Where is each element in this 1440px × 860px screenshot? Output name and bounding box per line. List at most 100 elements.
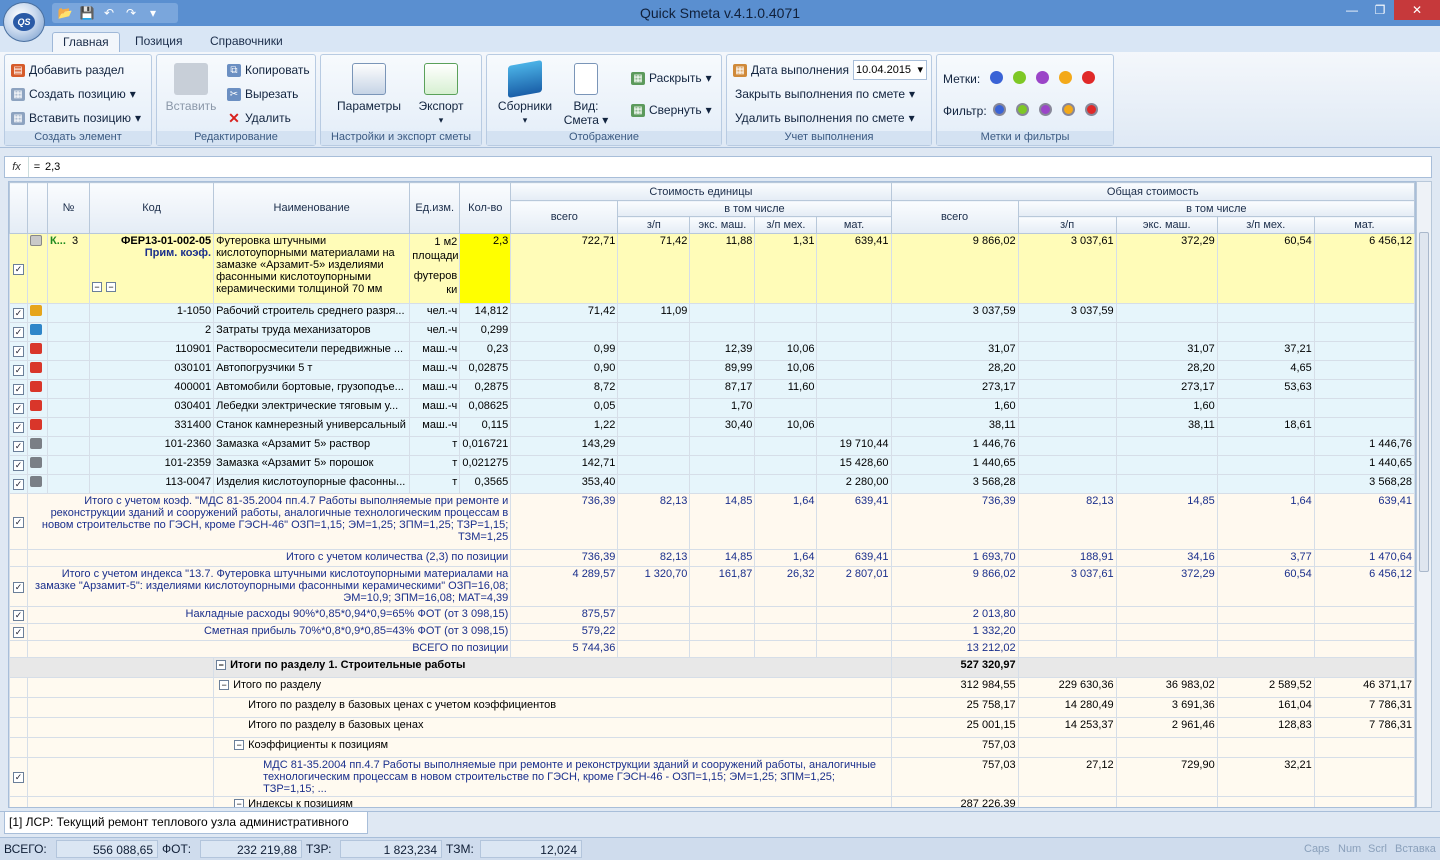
row-checkbox[interactable]: ✓ [9, 341, 28, 361]
total-row[interactable]: ✓ Итого с учетом коэф. "МДС 81-35.2004 пп… [9, 493, 1415, 550]
minimize-icon[interactable]: — [1338, 0, 1366, 20]
tab-position[interactable]: Позиция [125, 32, 192, 52]
resource-row[interactable]: ✓ 2 Затраты труда механизаторов чел.-ч 0,299 [9, 322, 1415, 342]
tab-main[interactable]: Главная [52, 32, 120, 52]
row-checkbox[interactable] [9, 737, 28, 758]
cut-button[interactable]: ✂ Вырезать [227, 87, 298, 101]
collapse-toggle-icon[interactable]: − [234, 799, 245, 807]
checkbox-icon[interactable]: ✓ [13, 581, 24, 593]
view-button[interactable]: Вид: Смета ▾ [563, 63, 609, 127]
total-row[interactable]: Итого с учетом количества (2,3) по позиц… [9, 549, 1415, 567]
total-row[interactable]: ✓ Итого с учетом индекса "13.7. Футеровка… [9, 566, 1415, 607]
resource-row[interactable]: ✓ 101-2359 Замазка «Арзамит 5» порошок т 0,0… [9, 455, 1415, 475]
collections-button[interactable]: Сборники ▾ [493, 60, 557, 127]
unit-zp-header[interactable]: з/п [617, 216, 691, 234]
filter-green-icon[interactable] [1015, 103, 1029, 116]
row-checkbox[interactable]: ✓ [9, 379, 28, 399]
checkbox-icon[interactable]: ✓ [13, 610, 24, 621]
row-checkbox[interactable]: ✓ [9, 493, 28, 550]
summary-row[interactable]: − Индексы к позициям 287 226,39 [9, 796, 1415, 807]
row-checkbox[interactable]: ✓ [9, 417, 28, 437]
filter-purple-icon[interactable] [1038, 103, 1052, 116]
qty-cell[interactable]: 2,3 [459, 233, 512, 304]
total-zp-header[interactable]: з/п [1017, 216, 1117, 234]
name-column-header[interactable]: Наименование [213, 182, 411, 234]
summary-row[interactable]: Итого по разделу в базовых ценах 25 001,1… [9, 717, 1415, 738]
checkbox-icon[interactable]: ✓ [13, 346, 24, 357]
restore-icon[interactable]: ❐ [1366, 0, 1394, 20]
checkbox-icon[interactable]: ✓ [13, 327, 24, 338]
mark-orange-icon[interactable] [1059, 71, 1073, 84]
row-checkbox[interactable] [9, 697, 28, 718]
unit-total-header[interactable]: всего [510, 200, 619, 234]
clear-execution-button[interactable]: Закрыть выполнения по смете ▾ [735, 87, 915, 101]
vertical-scrollbar[interactable] [1416, 181, 1432, 808]
resource-row[interactable]: ✓ 113-0047 Изделия кислотоупорные фасонны.… [9, 474, 1415, 494]
checkbox-icon[interactable]: ✓ [13, 308, 24, 319]
row-checkbox[interactable] [9, 677, 28, 698]
row-checkbox[interactable] [9, 717, 28, 738]
resource-row[interactable]: ✓ 110901 Растворосмесители передвижные ...… [9, 341, 1415, 361]
export-button[interactable]: Экспорт ▾ [411, 63, 471, 127]
row-checkbox[interactable]: ✓ [9, 436, 28, 456]
summary-row[interactable]: ✓ МДС 81-35.2004 пп.4.7 Работы выполняемы… [9, 757, 1415, 797]
unit-zpm-header[interactable]: з/п мех. [754, 216, 818, 234]
resource-row[interactable]: ✓ 1-1050 Рабочий строитель среднего разря.… [9, 303, 1415, 323]
collapse-toggle-icon[interactable]: − [106, 282, 117, 292]
total-row[interactable]: ВСЕГО по позиции 5 744,36 13 212,02 [9, 640, 1415, 658]
checkbox-icon[interactable]: ✓ [13, 365, 24, 376]
icon-column-header[interactable] [27, 182, 48, 234]
summary-row[interactable]: − Итого по разделу 312 984,55 229 630,36 36 … [9, 677, 1415, 698]
row-checkbox[interactable]: ✓ [9, 623, 28, 641]
row-checkbox[interactable]: ✓ [9, 303, 28, 323]
checkbox-icon[interactable]: ✓ [13, 772, 24, 783]
scrollbar-thumb[interactable] [1419, 232, 1429, 572]
row-checkbox[interactable]: ✓ [9, 474, 28, 494]
code-column-header[interactable]: Код [89, 182, 215, 234]
filter-blue-icon[interactable] [992, 103, 1006, 116]
total-total-header[interactable]: всего [890, 200, 1019, 234]
delete-execution-button[interactable]: Удалить выполнения по смете ▾ [735, 111, 915, 125]
total-row[interactable]: ✓ Сметная прибыль 70%*0,8*0,9*0,85=43% ФО… [9, 623, 1415, 641]
checkbox-icon[interactable]: ✓ [13, 422, 24, 433]
date-input[interactable]: 10.04.2015 ▾ [853, 60, 927, 80]
row-checkbox[interactable]: ✓ [9, 757, 28, 797]
unit-column-header[interactable]: Ед.изм. [409, 182, 461, 234]
total-em-header[interactable]: экс. маш. [1115, 216, 1218, 234]
row-checkbox[interactable]: ✓ [9, 398, 28, 418]
num-column-header[interactable]: № [46, 182, 91, 234]
checkbox-icon[interactable]: ✓ [13, 516, 24, 528]
app-menu-button[interactable]: QS [3, 2, 45, 42]
mark-green-icon[interactable] [1013, 71, 1027, 84]
copy-button[interactable]: ⧉ Копировать [227, 63, 310, 77]
resource-row[interactable]: ✓ 400001 Автомобили бортовые, грузоподъе..… [9, 379, 1415, 399]
collapse-button[interactable]: ▦ Свернуть ▾ [631, 103, 712, 117]
add-section-button[interactable]: ▤ Добавить раздел [11, 63, 124, 77]
summary-row[interactable]: Итого по разделу в базовых ценах с учето… [9, 697, 1415, 718]
unit-mat-header[interactable]: мат. [816, 216, 892, 234]
expand-button[interactable]: ▦ Раскрыть ▾ [631, 71, 712, 85]
row-checkbox[interactable] [9, 549, 28, 567]
total-row[interactable]: ✓ Накладные расходы 90%*0,85*0,94*0,9=65%… [9, 606, 1415, 624]
total-mat-header[interactable]: мат. [1313, 216, 1415, 234]
row-checkbox[interactable]: ✓ [9, 566, 28, 607]
collapse-toggle-icon[interactable]: − [92, 282, 103, 292]
row-checkbox[interactable] [9, 640, 28, 658]
row-checkbox[interactable]: ✓ [9, 606, 28, 624]
unit-em-header[interactable]: экс. маш. [689, 216, 756, 234]
checkbox-icon[interactable]: ✓ [13, 403, 24, 414]
paste-button[interactable]: Вставить [163, 63, 219, 113]
mark-purple-icon[interactable] [1036, 71, 1050, 84]
checkbox-icon[interactable]: ✓ [13, 479, 24, 490]
summary-row[interactable]: − Коэффициенты к позициям 757,03 [9, 737, 1415, 758]
create-position-button[interactable]: ▦ Создать позицию ▾ [11, 87, 136, 101]
mark-red-icon[interactable] [1082, 71, 1096, 84]
row-checkbox[interactable]: ✓ [9, 455, 28, 475]
collapse-toggle-icon[interactable]: − [216, 660, 227, 670]
params-button[interactable]: Параметры [333, 63, 405, 113]
select-column-header[interactable] [9, 182, 28, 234]
close-icon[interactable]: ✕ [1394, 0, 1440, 20]
tab-references[interactable]: Справочники [200, 32, 293, 52]
row-checkbox[interactable] [9, 796, 28, 807]
collapse-toggle-icon[interactable]: − [219, 680, 230, 690]
